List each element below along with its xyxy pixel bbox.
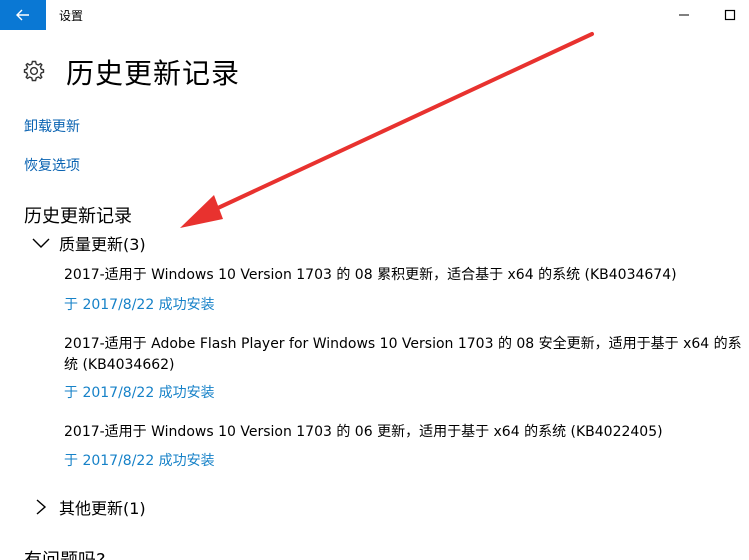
back-button[interactable] [0, 0, 46, 30]
update-item-status-link[interactable]: 于 2017/8/22 成功安装 [64, 294, 215, 314]
history-section-title: 历史更新记录 [24, 206, 132, 227]
update-item-status-link[interactable]: 于 2017/8/22 成功安装 [64, 450, 215, 470]
quality-updates-group-toggle[interactable]: 质量更新(3) [30, 231, 146, 255]
maximize-button[interactable] [707, 0, 749, 30]
minimize-icon [679, 14, 689, 16]
maximize-icon [724, 9, 736, 21]
update-item-title: 2017-适用于 Adobe Flash Player for Windows … [64, 336, 742, 373]
chevron-right-icon [36, 499, 47, 515]
window-title: 设置 [59, 9, 84, 23]
settings-window: 设置 历史更新记录 卸载更新 恢复选项 历史更新记录 质量更新(3) 2017-… [0, 0, 749, 560]
quality-updates-group-label: 质量更新(3) [59, 235, 146, 254]
other-updates-group-label: 其他更新(1) [59, 499, 146, 518]
recovery-options-link[interactable]: 恢复选项 [24, 155, 80, 175]
minimize-button[interactable] [661, 0, 707, 30]
chevron-down-icon [32, 238, 50, 248]
update-item-status-link[interactable]: 于 2017/8/22 成功安装 [64, 382, 215, 402]
title-bar: 设置 [0, 0, 749, 30]
update-item-title: 2017-适用于 Windows 10 Version 1703 的 08 累积… [64, 267, 677, 283]
other-updates-group-toggle[interactable]: 其他更新(1) [30, 495, 146, 519]
gear-icon [23, 60, 45, 82]
back-arrow-icon [16, 9, 29, 21]
update-item-title: 2017-适用于 Windows 10 Version 1703 的 06 更新… [64, 424, 663, 440]
help-heading: 有问题吗? [24, 546, 106, 560]
uninstall-updates-link[interactable]: 卸载更新 [24, 116, 80, 136]
page-title: 历史更新记录 [66, 57, 241, 90]
